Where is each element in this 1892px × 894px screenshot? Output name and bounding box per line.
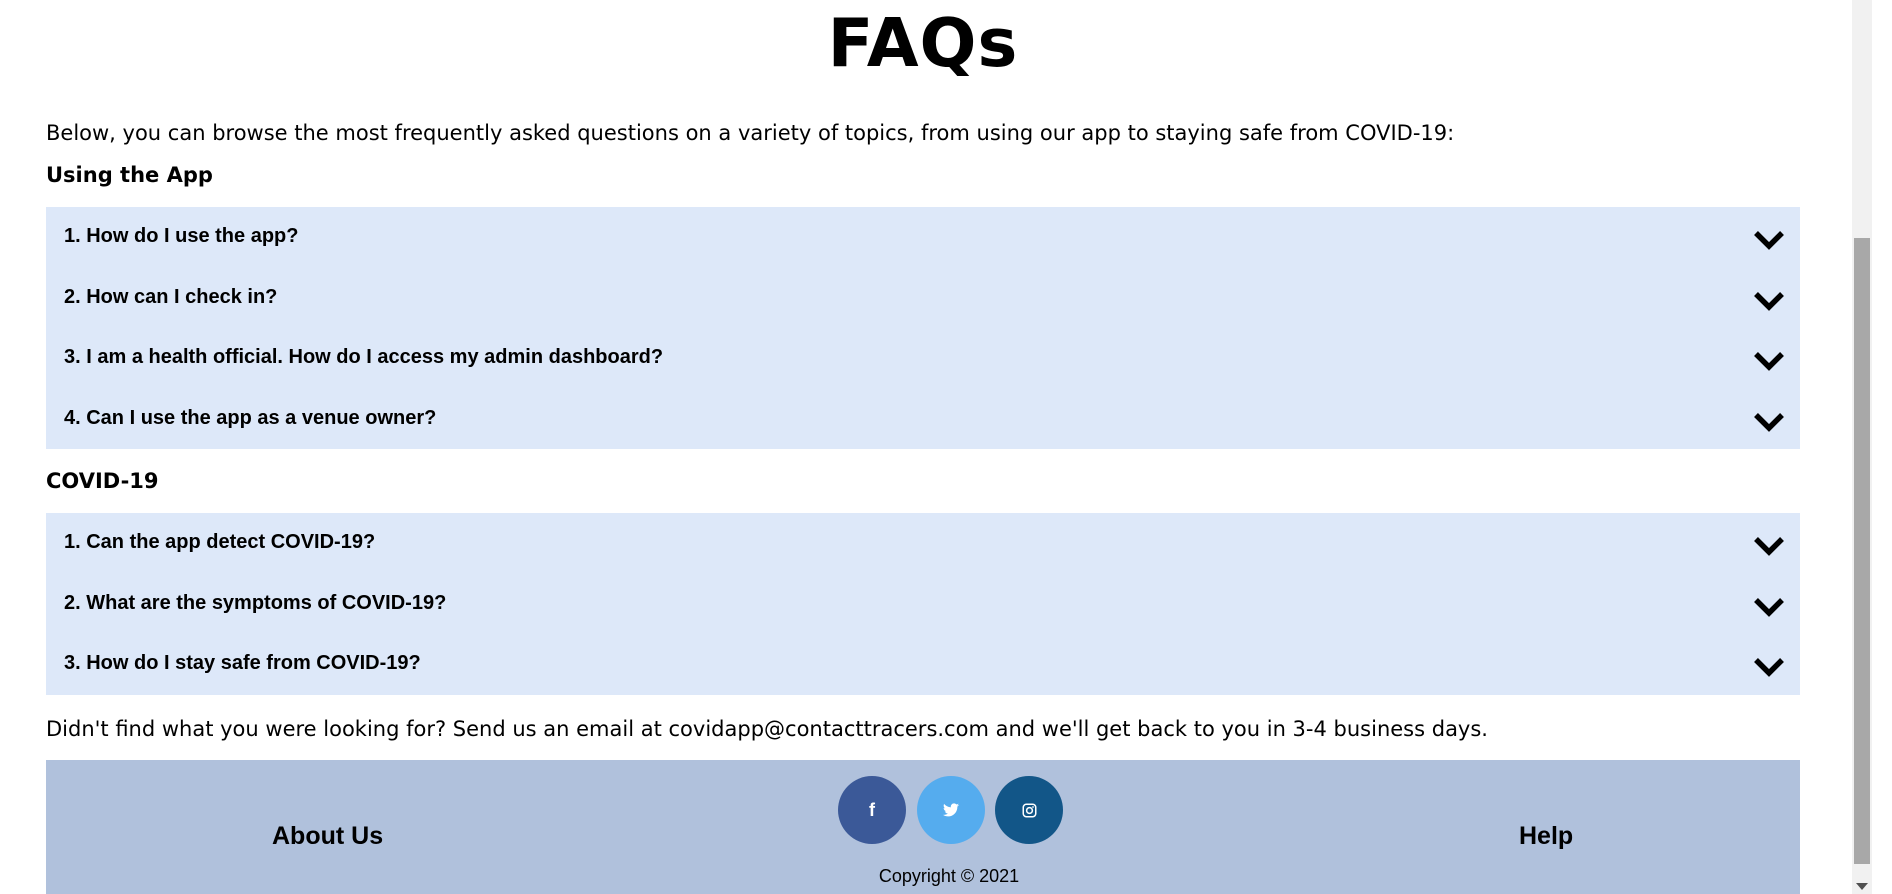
- faq-list-covid-19: 1. Can the app detect COVID-19? 2. What …: [46, 513, 1800, 695]
- chevron-down-icon: [1754, 537, 1784, 556]
- faq-item[interactable]: 3. I am a health official. How do I acce…: [46, 328, 1800, 389]
- chevron-down-icon: [1754, 291, 1784, 311]
- faq-question: 2. How can I check in?: [64, 285, 278, 308]
- chevron-down-icon: [1754, 231, 1784, 250]
- chevron-down-icon: [1754, 658, 1784, 677]
- faq-question: 3. I am a health official. How do I acce…: [64, 346, 664, 368]
- copyright-text: Copyright © 2021: [878, 866, 1020, 886]
- faq-list-using-the-app: 1. How do I use the app? 2. How can I ch…: [46, 207, 1800, 449]
- about-us-link[interactable]: About Us: [272, 821, 383, 851]
- facebook-button[interactable]: f: [838, 776, 906, 844]
- faq-question: 4. Can I use the app as a venue owner?: [64, 406, 437, 429]
- main-content: FAQs Below, you can browse the most freq…: [46, 0, 1800, 894]
- faq-item[interactable]: 2. How can I check in?: [46, 268, 1800, 329]
- chevron-down-icon: [1754, 597, 1784, 617]
- faq-question: 2. What are the symptoms of COVID-19?: [64, 591, 447, 614]
- facebook-icon: f: [869, 799, 875, 820]
- faq-item[interactable]: 3. How do I stay safe from COVID-19?: [46, 634, 1800, 695]
- instagram-button[interactable]: [995, 776, 1063, 844]
- contact-note: Didn't find what you were looking for? S…: [46, 717, 1488, 741]
- faq-question: 1. How do I use the app?: [64, 225, 299, 247]
- twitter-icon: [943, 803, 959, 817]
- twitter-button[interactable]: [917, 776, 985, 844]
- faq-question: 3. How do I stay safe from COVID-19?: [64, 652, 421, 674]
- chevron-down-icon: [1754, 412, 1784, 432]
- scrollbar-thumb[interactable]: [1854, 238, 1870, 864]
- faq-question: 1. Can the app detect COVID-19?: [64, 531, 376, 553]
- chevron-down-icon: [1754, 352, 1784, 371]
- section-heading-using-the-app: Using the App: [46, 163, 213, 187]
- instagram-icon: [1022, 803, 1036, 817]
- scroll-down-arrow-icon[interactable]: [1856, 883, 1868, 890]
- vertical-scrollbar[interactable]: [1852, 0, 1872, 894]
- faq-item[interactable]: 4. Can I use the app as a venue owner?: [46, 389, 1800, 450]
- page-title: FAQs: [827, 4, 1019, 82]
- page: FAQs Below, you can browse the most freq…: [0, 0, 1872, 894]
- site-footer: About Us f Help Copyright © 2021: [46, 760, 1800, 894]
- faq-item[interactable]: 2. What are the symptoms of COVID-19?: [46, 574, 1800, 635]
- section-heading-covid-19: COVID-19: [46, 469, 159, 493]
- help-link[interactable]: Help: [1519, 821, 1573, 851]
- intro-text: Below, you can browse the most frequentl…: [46, 121, 1455, 145]
- faq-item[interactable]: 1. Can the app detect COVID-19?: [46, 513, 1800, 574]
- faq-item[interactable]: 1. How do I use the app?: [46, 207, 1800, 268]
